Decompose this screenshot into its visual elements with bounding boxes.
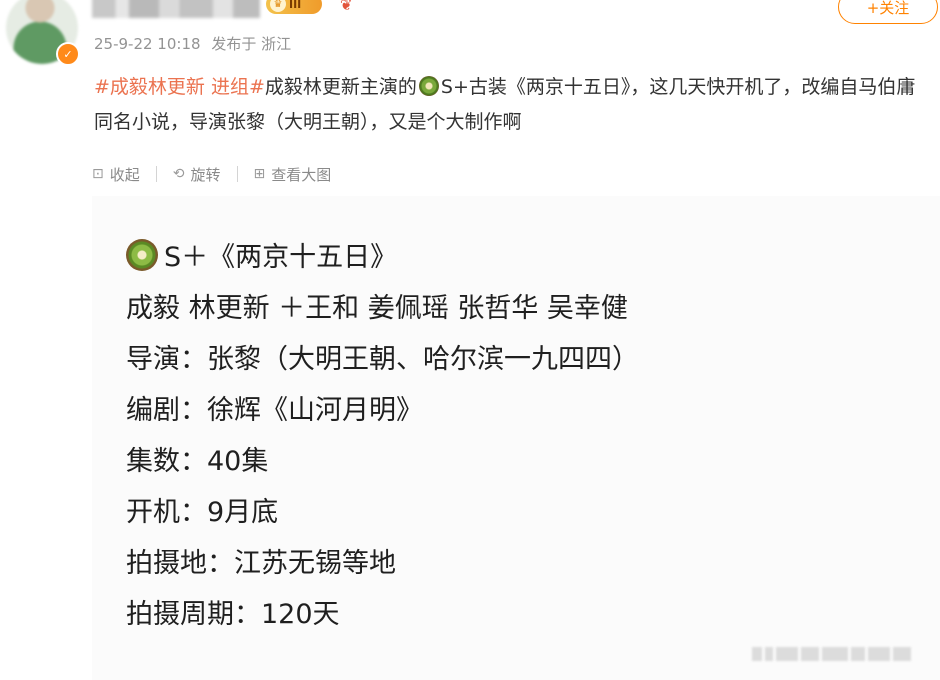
hashtag-link[interactable]: #成毅林更新 进组# bbox=[94, 76, 265, 98]
kiwi-emoji-icon bbox=[126, 239, 158, 271]
level-badge-label: III bbox=[289, 0, 302, 11]
image-line-title: S＋《两京十五日》 bbox=[126, 232, 639, 283]
post-text-part1: 成毅林更新主演的 bbox=[264, 76, 417, 98]
collapse-icon: ⊡ bbox=[92, 166, 104, 182]
rotate-icon: ⟲ bbox=[172, 166, 185, 182]
rotate-label: 旋转 bbox=[190, 165, 221, 184]
image-toolbar: ⊡ 收起 ⟲ 旋转 ⊞ 查看大图 bbox=[92, 162, 331, 186]
watermark-blurred bbox=[752, 642, 932, 666]
image-line-director: 导演：张黎（大明王朝、哈尔滨一九四四） bbox=[126, 344, 639, 375]
view-large-icon: ⊞ bbox=[253, 166, 266, 182]
crown-icon: ♛ bbox=[270, 0, 286, 12]
follow-button[interactable]: +关注 bbox=[838, 0, 938, 24]
image-line-title-text: S＋《两京十五日》 bbox=[164, 242, 398, 273]
post-timestamp[interactable]: 25-9-22 10:18 bbox=[94, 35, 201, 53]
post-source: 发布于 浙江 bbox=[211, 35, 292, 53]
image-line-duration: 拍摄周期：120天 bbox=[126, 599, 340, 630]
toolbar-divider bbox=[236, 166, 238, 182]
verified-badge-icon: ✓ bbox=[56, 42, 80, 66]
image-line-location: 拍摄地：江苏无锡等地 bbox=[126, 548, 396, 579]
kiwi-emoji-icon bbox=[418, 76, 439, 96]
username-blurred[interactable] bbox=[92, 0, 260, 18]
fire-icon: ❦ bbox=[340, 0, 353, 14]
view-large-label: 查看大图 bbox=[271, 165, 332, 184]
toolbar-divider bbox=[155, 166, 157, 182]
post-body: #成毅林更新 进组#成毅林更新主演的 S+古装《两京十五日》，这几天快开机了，改编… bbox=[94, 70, 924, 140]
rotate-button[interactable]: ⟲ 旋转 bbox=[173, 164, 221, 185]
image-line-start: 开机：9月底 bbox=[126, 497, 279, 528]
post-image[interactable]: S＋《两京十五日》 成毅 林更新 ＋王和 姜佩瑶 张哲华 吴幸健 导演：张黎（大… bbox=[92, 196, 940, 680]
level-badge: ♛ III bbox=[266, 0, 322, 14]
image-line-episodes: 集数：40集 bbox=[126, 446, 269, 477]
image-content: S＋《两京十五日》 成毅 林更新 ＋王和 姜佩瑶 张哲华 吴幸健 导演：张黎（大… bbox=[92, 196, 940, 680]
image-line-writer: 编剧：徐辉《山河月明》 bbox=[126, 395, 423, 426]
post-meta: 25-9-22 10:18 发布于 浙江 bbox=[94, 33, 297, 54]
collapse-button[interactable]: ⊡ 收起 bbox=[92, 164, 140, 185]
image-text-block: S＋《两京十五日》 成毅 林更新 ＋王和 姜佩瑶 张哲华 吴幸健 导演：张黎（大… bbox=[126, 232, 639, 640]
collapse-label: 收起 bbox=[109, 165, 140, 184]
view-large-button[interactable]: ⊞ 查看大图 bbox=[254, 164, 332, 185]
image-line-cast: 成毅 林更新 ＋王和 姜佩瑶 张哲华 吴幸健 bbox=[126, 293, 628, 324]
